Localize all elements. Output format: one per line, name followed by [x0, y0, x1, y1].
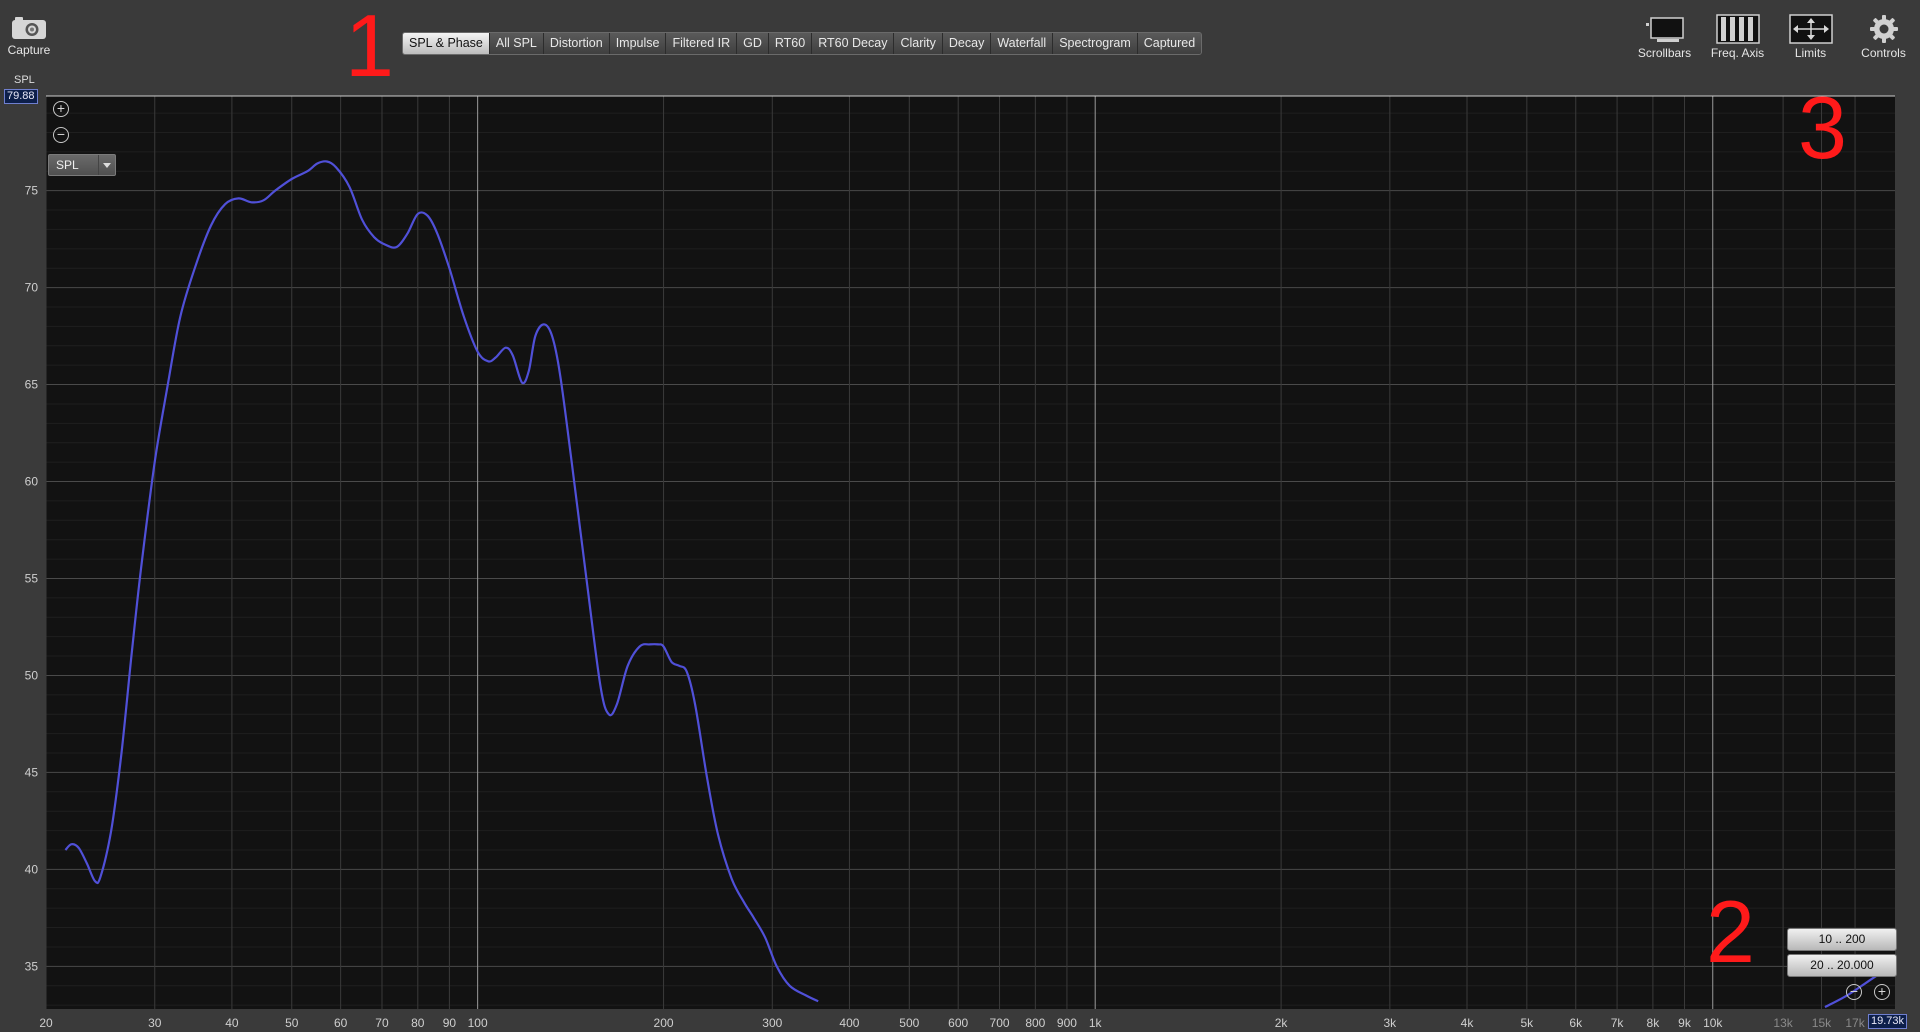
annotation-2: 2: [1706, 882, 1755, 981]
x-tick-label: 4k: [1461, 1016, 1475, 1030]
annotation-1: 1: [345, 0, 394, 95]
x-tick-label: 2k: [1275, 1016, 1289, 1030]
x-zoom-in-icon[interactable]: +: [1874, 984, 1890, 1000]
x-tick-label: 6k: [1569, 1016, 1583, 1030]
plot-area: [46, 96, 1895, 1009]
y-tick-label: 70: [25, 281, 39, 295]
x-tick-label: 200: [654, 1016, 674, 1030]
y-tick-label: 55: [25, 571, 39, 585]
chevron-down-icon: [98, 155, 115, 175]
spl-graph[interactable]: 35 40 45 50 55 60 65 70 75 20 30 40 50 60 70 80 90 100 200…: [0, 0, 1920, 1032]
y-tick-label: 60: [25, 475, 39, 489]
x-tick-label: 5k: [1521, 1016, 1535, 1030]
x-tick-label: 15k: [1812, 1016, 1832, 1030]
x-tick-label: 50: [285, 1016, 299, 1030]
x-tick-label: 1k: [1089, 1016, 1103, 1030]
y-tick-label: 65: [25, 378, 39, 392]
y-tick-label: 45: [25, 765, 39, 779]
y-zoom-in-icon[interactable]: +: [53, 101, 69, 117]
y-tick-label: 40: [25, 862, 39, 876]
x-tick-label: 800: [1025, 1016, 1045, 1030]
x-tick-label: 3k: [1383, 1016, 1397, 1030]
x-tick-label: 9k: [1678, 1016, 1692, 1030]
x-tick-label: 60: [334, 1016, 348, 1030]
x-tick-label: 400: [839, 1016, 859, 1030]
range-10-200-button[interactable]: 10 .. 200: [1787, 928, 1897, 951]
trace-selector-dropdown[interactable]: SPL: [48, 154, 116, 176]
x-tick-label: 500: [899, 1016, 919, 1030]
x-zoom-out-icon[interactable]: −: [1846, 984, 1862, 1000]
x-tick-label: 8k: [1647, 1016, 1661, 1030]
y-cursor-readout: 79.88: [4, 89, 38, 104]
x-tick-label: 700: [990, 1016, 1010, 1030]
range-20-20000-button[interactable]: 20 .. 20.000: [1787, 954, 1897, 977]
x-tick-label: 17k: [1845, 1016, 1865, 1030]
annotation-3: 3: [1798, 78, 1847, 177]
x-tick-label: 100: [468, 1016, 488, 1030]
x-tick-label: 20: [39, 1016, 53, 1030]
y-axis-title: SPL: [14, 74, 35, 86]
x-tick-label: 600: [948, 1016, 968, 1030]
y-tick-label: 75: [25, 184, 39, 198]
x-tick-label: 90: [443, 1016, 457, 1030]
x-tick-label: 7k: [1611, 1016, 1625, 1030]
x-tick-label: 10k: [1703, 1016, 1723, 1030]
y-tick-label: 35: [25, 959, 39, 973]
x-tick-label: 70: [375, 1016, 389, 1030]
x-tick-label: 30: [148, 1016, 162, 1030]
x-tick-label: 900: [1057, 1016, 1077, 1030]
x-tick-label: 80: [411, 1016, 425, 1030]
x-tick-label: 300: [762, 1016, 782, 1030]
x-tick-label: 40: [225, 1016, 239, 1030]
x-cursor-readout: 19.73k: [1868, 1014, 1908, 1029]
trace-selector-value: SPL: [56, 158, 79, 172]
x-tick-label: 13k: [1773, 1016, 1793, 1030]
y-zoom-out-icon[interactable]: −: [53, 127, 69, 143]
y-tick-label: 50: [25, 668, 39, 682]
